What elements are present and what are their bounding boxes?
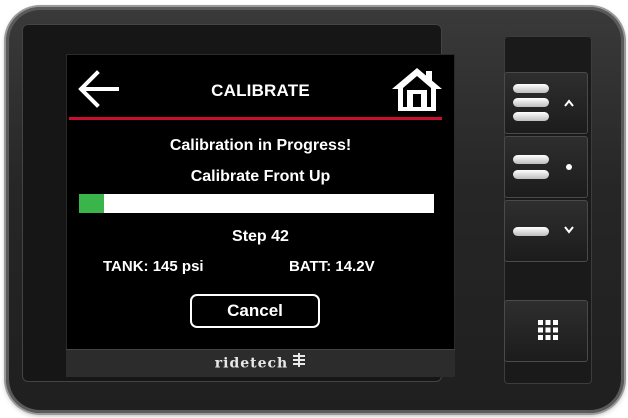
- header: CALIBRATE: [67, 55, 454, 117]
- preset-middle-button[interactable]: [504, 136, 588, 198]
- header-divider: [69, 117, 442, 120]
- home-icon[interactable]: [389, 65, 445, 113]
- cancel-button[interactable]: Cancel: [190, 294, 320, 328]
- battery-voltage-readout: BATT: 14.2V: [289, 258, 375, 275]
- brand-logo-icon: [292, 350, 306, 377]
- brand-bar: ridetech: [66, 349, 455, 377]
- progress-bar-fill: [79, 194, 104, 213]
- status-message: Calibration in Progress!: [169, 137, 352, 154]
- progress-bar: [79, 194, 434, 213]
- step-label: Step 42: [232, 228, 289, 245]
- menu-button[interactable]: [504, 300, 588, 362]
- preset-up-button[interactable]: [504, 72, 588, 134]
- preset-down-button[interactable]: [504, 200, 588, 262]
- tank-pressure-readout: TANK: 145 psi: [103, 258, 204, 275]
- task-label: Calibrate Front Up: [190, 168, 331, 185]
- display-screen: CALIBRATE Calibration in Progress! Calib…: [66, 54, 455, 350]
- brand-logo-text: ridetech: [214, 355, 289, 372]
